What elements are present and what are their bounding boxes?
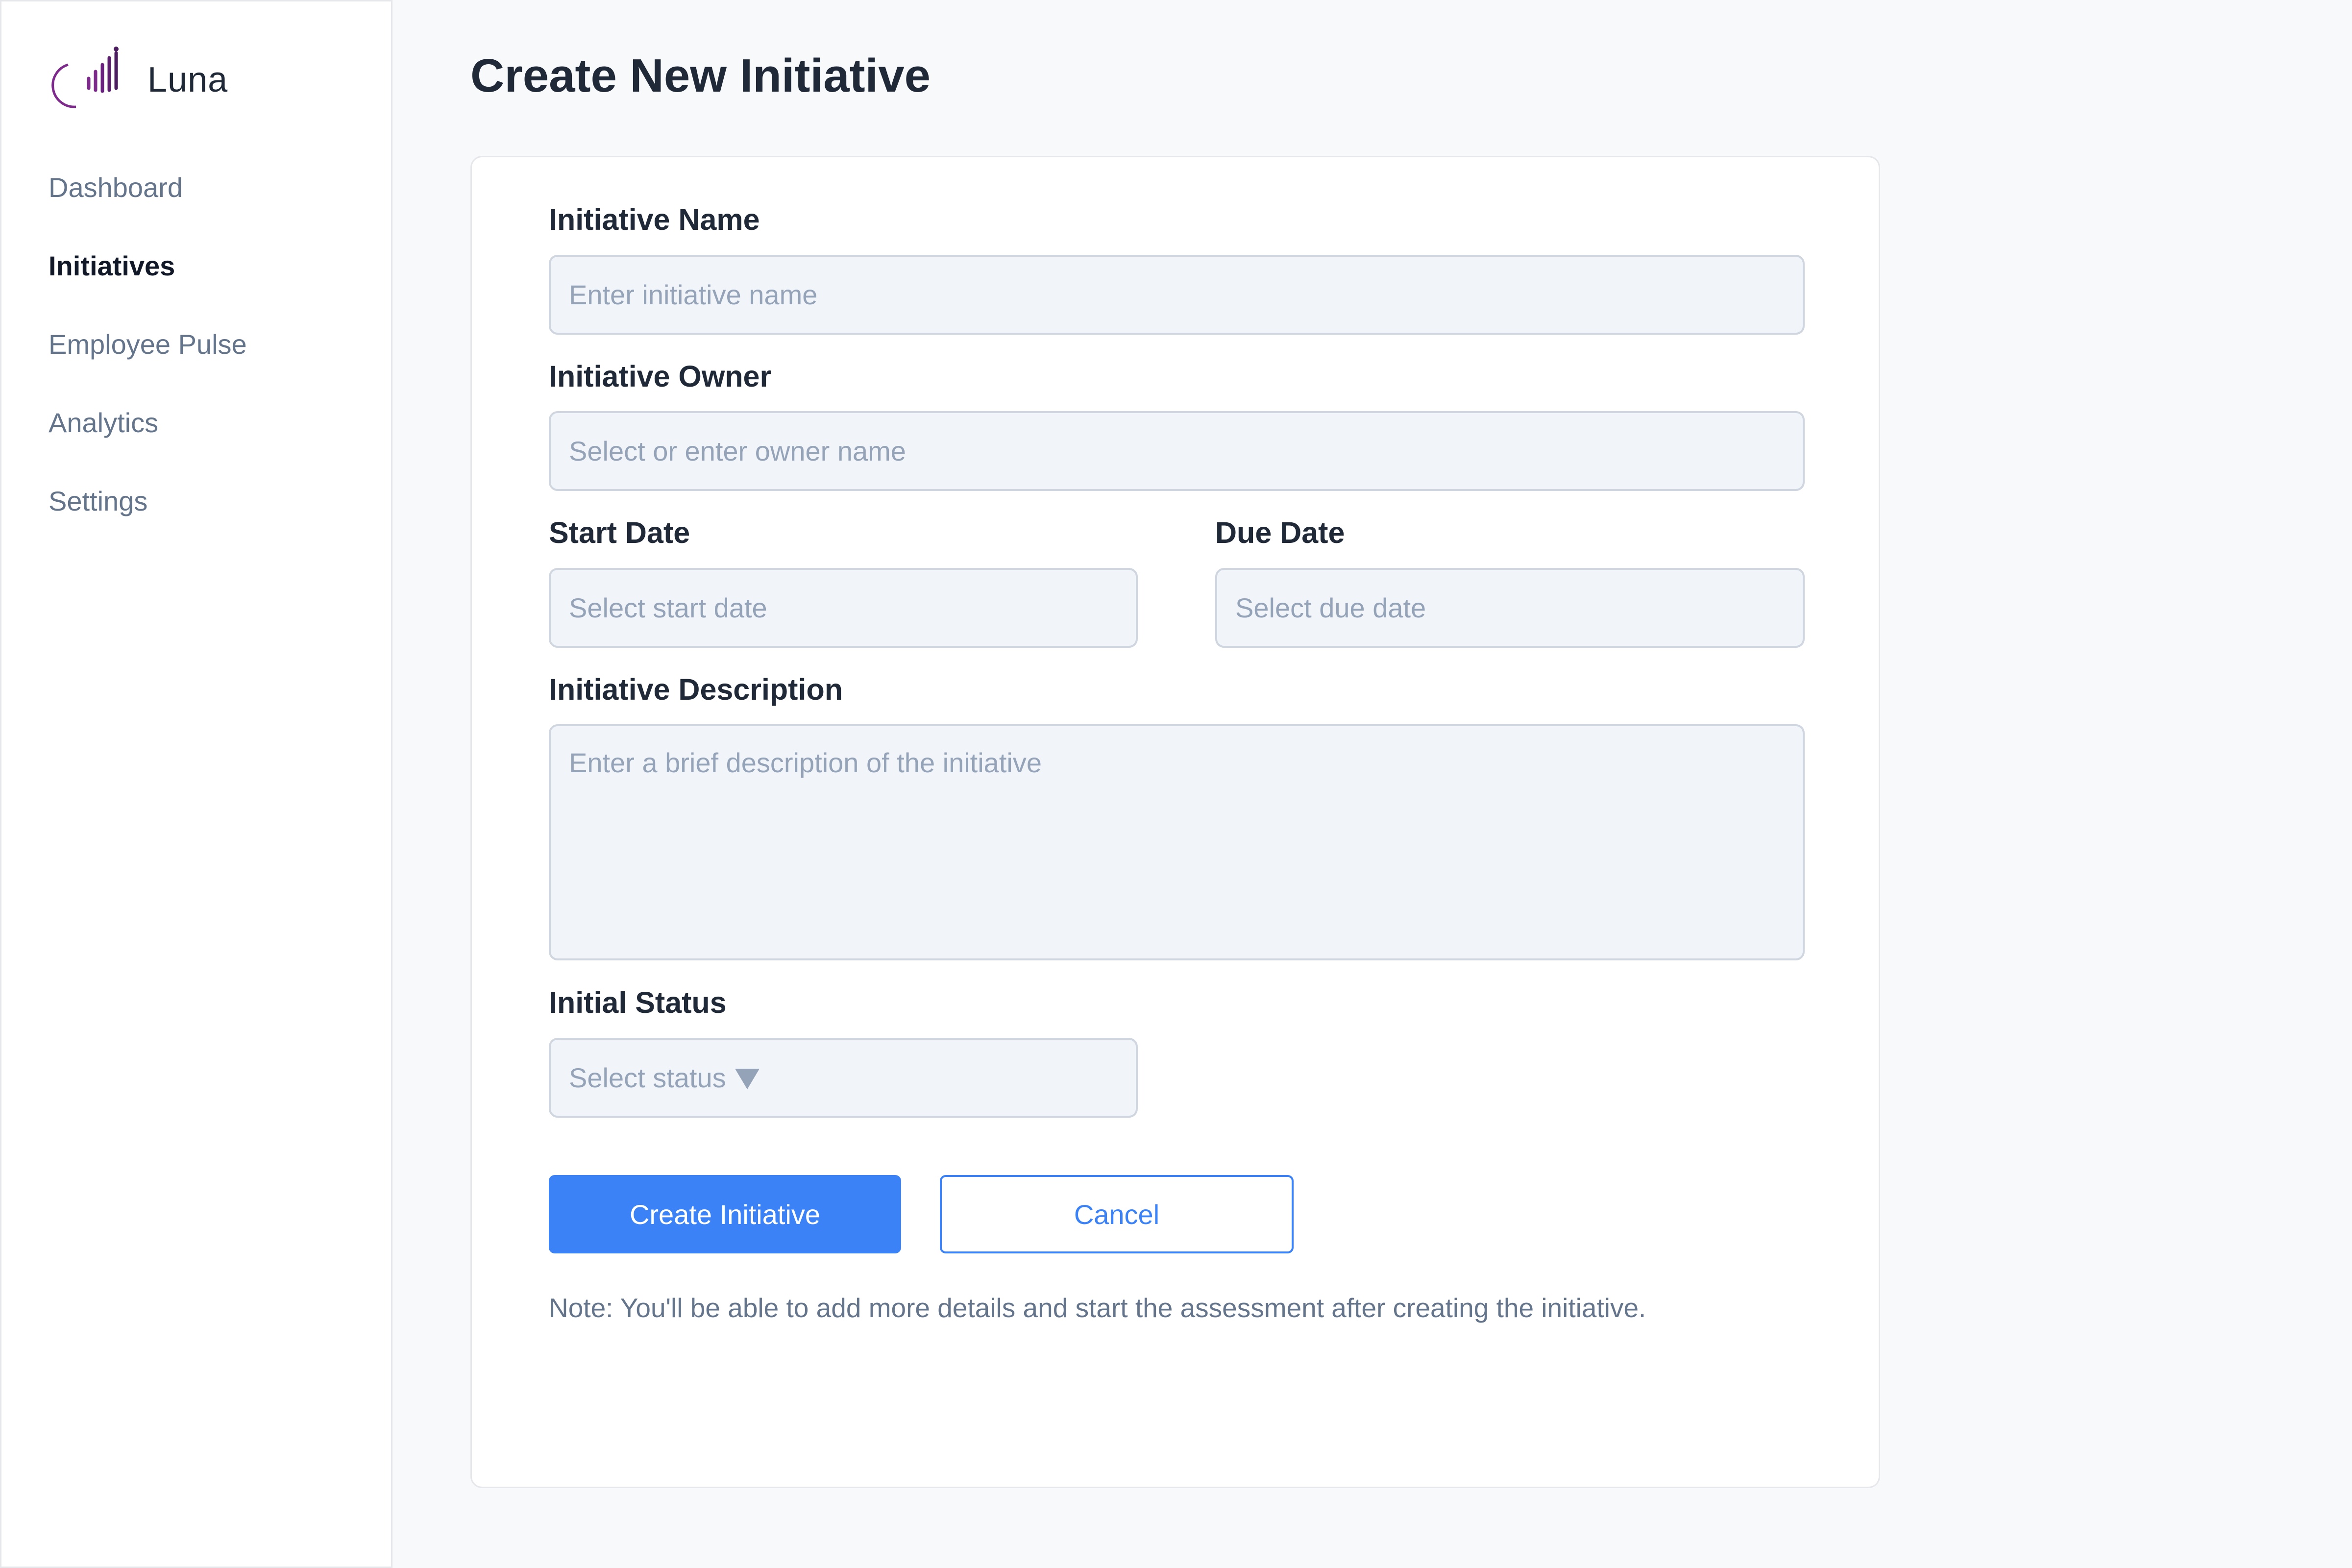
due-date-placeholder: Select due date	[1235, 592, 1426, 623]
create-initiative-form: Initiative Name Enter initiative name In…	[470, 156, 1880, 1488]
initiative-name-placeholder: Enter initiative name	[569, 279, 818, 310]
brand[interactable]: Luna	[47, 43, 228, 117]
start-date-label: Start Date	[549, 516, 690, 549]
app-root: Luna Dashboard Initiatives Employee Puls…	[0, 0, 2352, 1568]
initiative-description-textarea[interactable]: Enter a brief description of the initiat…	[549, 724, 1805, 960]
sidebar-item-dashboard[interactable]: Dashboard	[49, 163, 247, 242]
initiative-name-input[interactable]: Enter initiative name	[549, 255, 1805, 335]
due-date-input[interactable]: Select due date	[1215, 568, 1805, 648]
sidebar: Luna Dashboard Initiatives Employee Puls…	[0, 0, 392, 1568]
initiative-owner-input[interactable]: Select or enter owner name	[549, 411, 1805, 491]
initiative-owner-label: Initiative Owner	[549, 360, 772, 393]
sidebar-nav: Dashboard Initiatives Employee Pulse Ana…	[49, 163, 247, 555]
luna-logo-icon	[51, 47, 125, 108]
initiative-description-label: Initiative Description	[549, 673, 843, 706]
initial-status-placeholder: Select status	[569, 1062, 726, 1093]
sidebar-item-employee-pulse[interactable]: Employee Pulse	[49, 320, 247, 398]
initiative-owner-placeholder: Select or enter owner name	[569, 436, 906, 466]
brand-name: Luna	[147, 60, 228, 99]
form-note: Note: You'll be able to add more details…	[549, 1293, 1646, 1323]
initiative-name-label: Initiative Name	[549, 203, 760, 236]
create-initiative-button[interactable]: Create Initiative	[549, 1175, 901, 1253]
caret-down-icon	[735, 1068, 760, 1089]
page-title: Create New Initiative	[470, 49, 931, 102]
sidebar-item-analytics[interactable]: Analytics	[49, 398, 247, 477]
sidebar-item-settings[interactable]: Settings	[49, 477, 247, 555]
start-date-placeholder: Select start date	[569, 592, 767, 623]
sidebar-item-initiatives[interactable]: Initiatives	[49, 242, 247, 320]
start-date-input[interactable]: Select start date	[549, 568, 1138, 648]
initiative-description-placeholder: Enter a brief description of the initiat…	[569, 747, 1042, 778]
initial-status-select[interactable]: Select status	[549, 1038, 1138, 1118]
due-date-label: Due Date	[1215, 516, 1345, 549]
initial-status-label: Initial Status	[549, 986, 727, 1019]
cancel-button[interactable]: Cancel	[940, 1175, 1294, 1253]
